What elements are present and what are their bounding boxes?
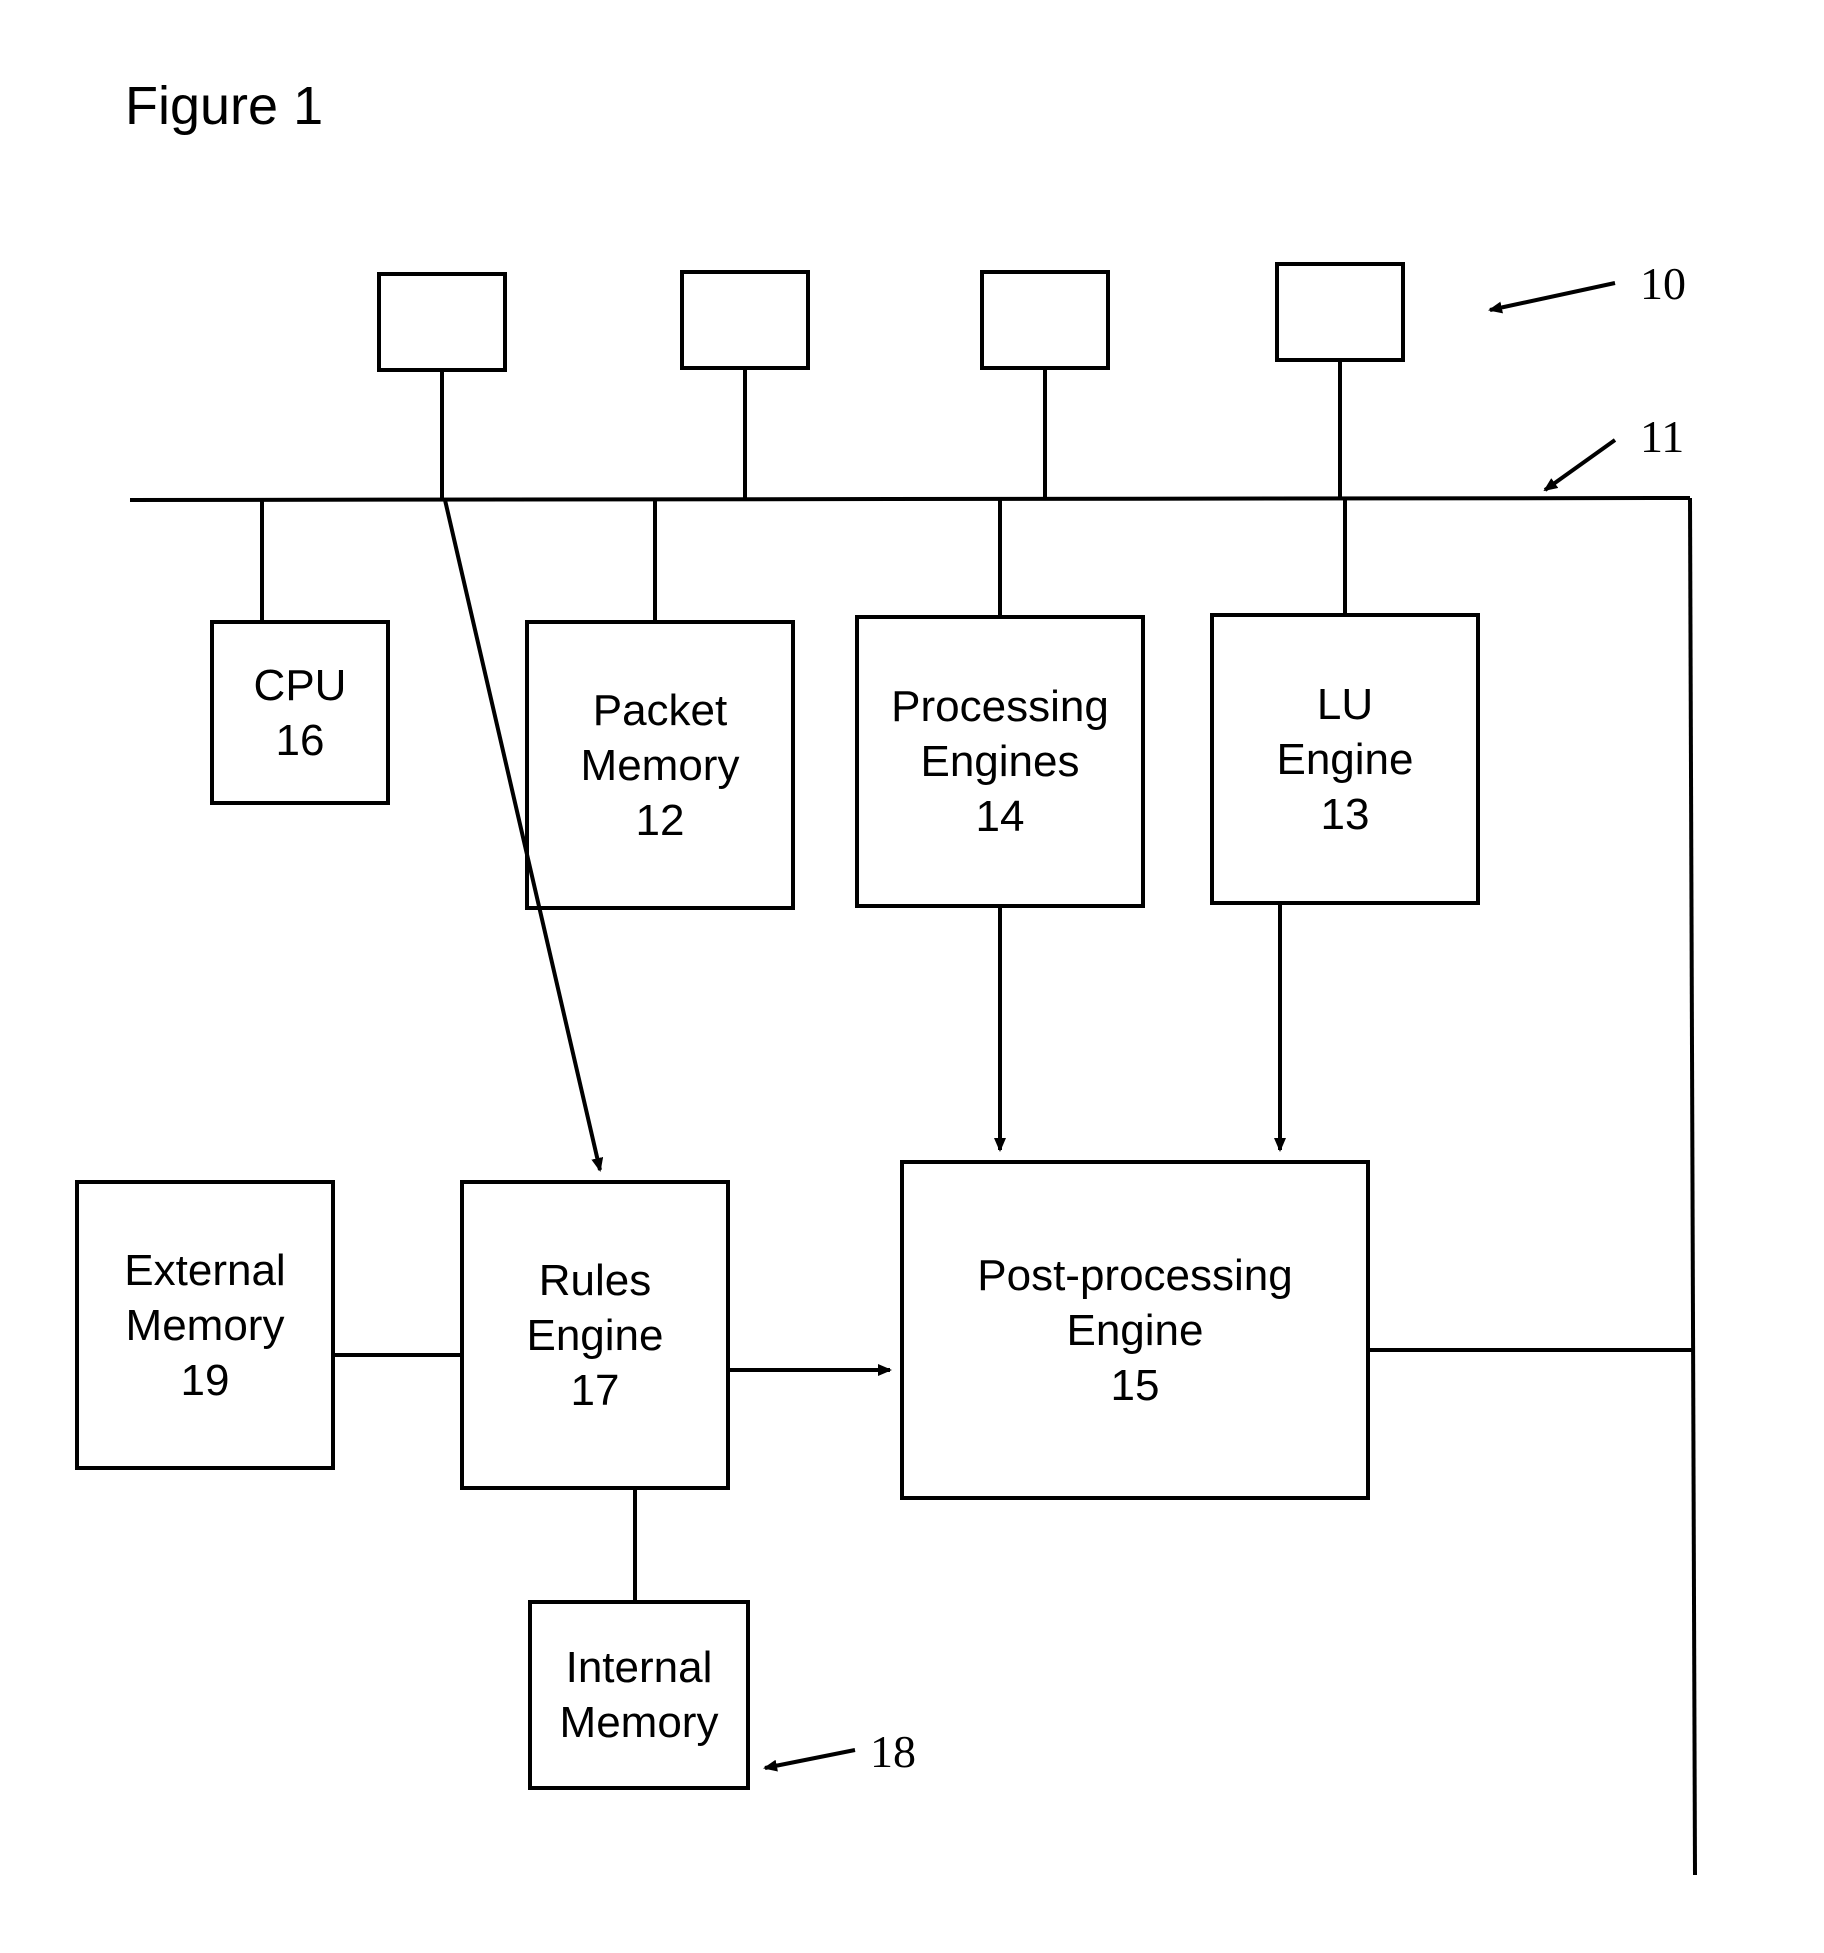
bus-line: [130, 498, 1690, 500]
post-processing-number: 15: [1111, 1358, 1160, 1413]
processing-engines-block: Processing Engines 14: [855, 615, 1145, 908]
ref-18: 18: [870, 1725, 916, 1778]
interface-box-2: [680, 270, 810, 370]
lu-engine-block: LU Engine 13: [1210, 613, 1480, 905]
lu-engine-number: 13: [1321, 787, 1370, 842]
interface-box-3: [980, 270, 1110, 370]
processing-engines-number: 14: [976, 789, 1025, 844]
processing-engines-line1: Processing: [891, 679, 1109, 734]
internal-memory-block: Internal Memory: [528, 1600, 750, 1790]
ref-11: 11: [1640, 410, 1684, 463]
post-processing-line1: Post-processing: [977, 1248, 1292, 1303]
rules-engine-line2: Engine: [526, 1308, 663, 1363]
processing-engines-line2: Engines: [920, 734, 1079, 789]
packet-memory-number: 12: [636, 793, 685, 848]
right-vertical: [1690, 498, 1695, 1875]
pointer-11: [1545, 440, 1615, 490]
packet-memory-line1: Packet: [593, 683, 728, 738]
cpu-label: CPU: [254, 658, 347, 713]
ref-10: 10: [1640, 257, 1686, 310]
rules-engine-block: Rules Engine 17: [460, 1180, 730, 1490]
internal-memory-line1: Internal: [566, 1640, 713, 1695]
lu-engine-line1: LU: [1317, 677, 1373, 732]
cpu-number: 16: [276, 713, 325, 768]
internal-memory-line2: Memory: [560, 1695, 719, 1750]
interface-box-4: [1275, 262, 1405, 362]
post-processing-block: Post-processing Engine 15: [900, 1160, 1370, 1500]
pointer-10: [1490, 283, 1615, 310]
external-memory-number: 19: [181, 1353, 230, 1408]
rules-engine-line1: Rules: [539, 1253, 652, 1308]
connections-overlay: [0, 0, 1824, 1953]
pointer-18: [765, 1750, 855, 1768]
post-processing-line2: Engine: [1066, 1303, 1203, 1358]
interface-box-1: [377, 272, 507, 372]
diagram-canvas: Figure 1 10 11 18 CPU 16 Packet Memory 1…: [0, 0, 1824, 1953]
external-memory-line1: External: [124, 1243, 285, 1298]
rules-engine-number: 17: [571, 1363, 620, 1418]
external-memory-line2: Memory: [126, 1298, 285, 1353]
figure-title: Figure 1: [125, 75, 323, 137]
packet-memory-line2: Memory: [581, 738, 740, 793]
external-memory-block: External Memory 19: [75, 1180, 335, 1470]
lu-engine-line2: Engine: [1276, 732, 1413, 787]
packet-memory-block: Packet Memory 12: [525, 620, 795, 910]
cpu-block: CPU 16: [210, 620, 390, 805]
